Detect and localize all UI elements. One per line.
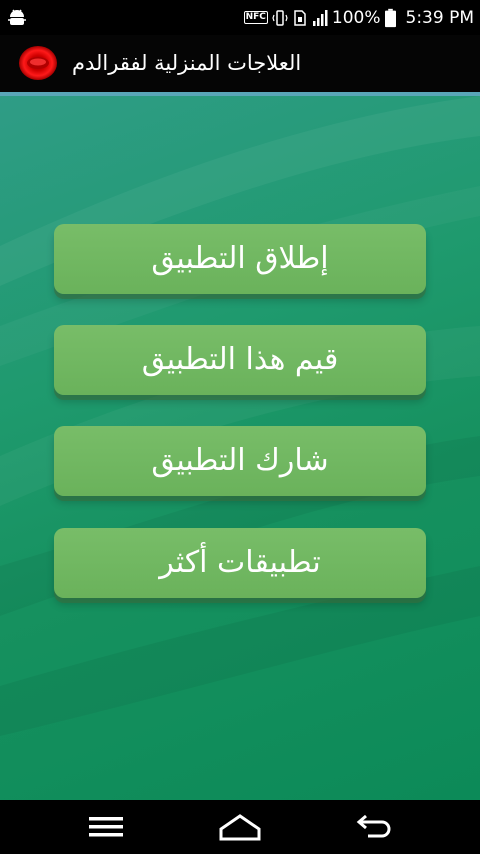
- launch-app-button[interactable]: إطلاق التطبيق: [54, 224, 426, 294]
- back-button[interactable]: [334, 800, 414, 854]
- menu-icon: [89, 817, 123, 837]
- battery-percent: 100%: [331, 7, 381, 28]
- red-blood-cell-icon[interactable]: [18, 43, 58, 83]
- vibrate-icon: [272, 9, 288, 26]
- android-debug-icon: [8, 9, 26, 25]
- home-icon: [219, 814, 261, 841]
- status-bar: NFC 100% 5:39 PM: [0, 0, 480, 35]
- navigation-bar: [0, 800, 480, 854]
- battery-icon: [384, 8, 396, 27]
- status-icons: NFC 100% 5:39 PM: [243, 0, 475, 35]
- main-menu-screen: إطلاق التطبيق قيم هذا التطبيق شارك التطب…: [0, 96, 480, 800]
- home-button[interactable]: [200, 800, 280, 854]
- menu-button[interactable]: [66, 800, 146, 854]
- more-apps-button[interactable]: تطبيقات أكثر: [54, 528, 426, 598]
- sim-card-icon: [294, 9, 306, 26]
- app-bar: العلاجات المنزلية لفقرالدم: [0, 35, 480, 96]
- app-title: العلاجات المنزلية لفقرالدم: [72, 51, 302, 75]
- signal-strength-icon: [312, 9, 328, 26]
- share-app-button[interactable]: شارك التطبيق: [54, 426, 426, 496]
- nfc-icon: NFC: [243, 11, 268, 24]
- clock: 5:39 PM: [405, 7, 475, 28]
- rate-app-button[interactable]: قيم هذا التطبيق: [54, 325, 426, 395]
- back-icon: [356, 814, 391, 838]
